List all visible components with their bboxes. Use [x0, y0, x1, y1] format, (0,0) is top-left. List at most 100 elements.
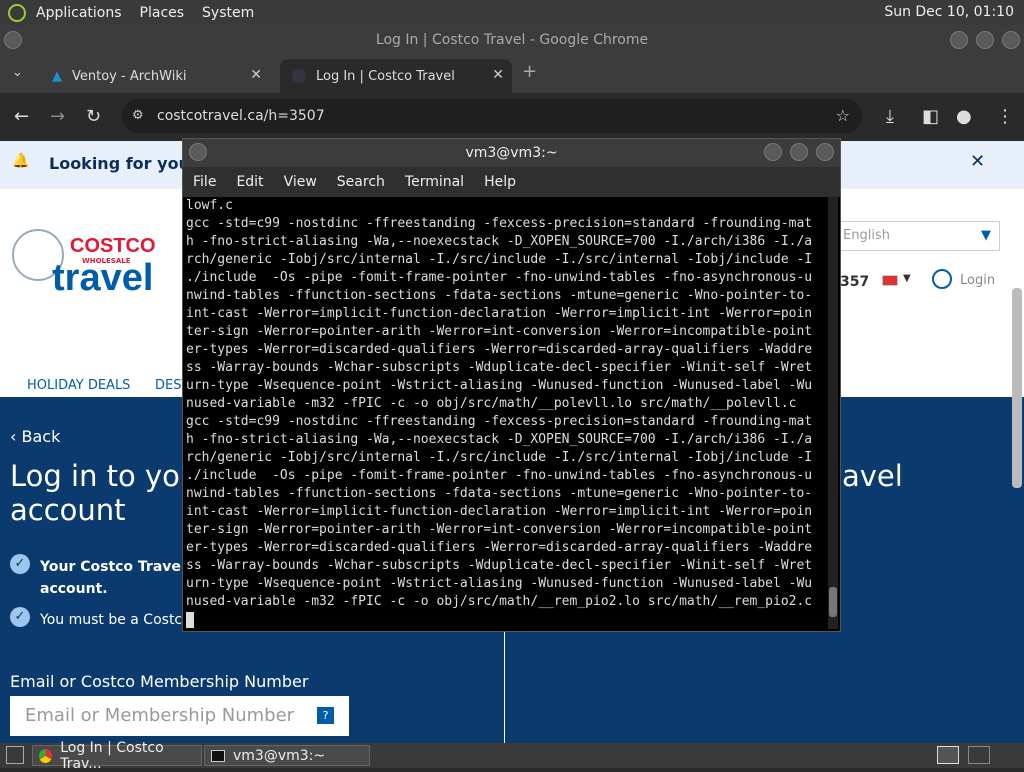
terminal-line: ./include -Os -pipe -fomit-frame-pointer… [186, 468, 813, 483]
terminal-line: nused-variable -m32 -fPIC -c -o obj/src/… [186, 594, 813, 609]
flag-caret-icon[interactable]: ▼ [903, 273, 911, 284]
task-label: vm3@vm3:~ [233, 747, 326, 764]
tab-strip: ⌄ ▲ Ventoy - ArchWiki ✕ Log In | Costco … [0, 55, 1024, 93]
top-panel: Applications Places System Sun Dec 10, 0… [0, 0, 1024, 25]
terminal-line: ter-sign -Werror=pointer-arith -Werror=i… [186, 324, 813, 339]
terminal-line: rch/generic -Iobj/src/internal -I./src/i… [186, 450, 813, 465]
logo-travel: travel [52, 257, 154, 299]
terminal-window-menu-button[interactable] [189, 143, 207, 161]
tab-ventoy[interactable]: ▲ Ventoy - ArchWiki ✕ [40, 59, 270, 93]
terminal-scrollbar[interactable] [828, 197, 838, 629]
bookmark-star-icon[interactable]: ☆ [836, 99, 850, 133]
terminal-line: gcc -std=c99 -nostdinc -ffreestanding -f… [186, 216, 813, 231]
site-info-icon[interactable]: ⚙ [132, 99, 144, 133]
email-placeholder: Email or Membership Number [25, 705, 295, 726]
check-circle-icon: ✓ [10, 554, 30, 574]
terminal-titlebar[interactable]: vm3@vm3:~ [183, 139, 840, 167]
bell-icon: 🔔 [12, 153, 30, 169]
minimize-button[interactable] [950, 31, 968, 49]
logo-costco: COSTCO [70, 235, 156, 257]
applications-menu[interactable]: Applications [36, 5, 122, 21]
terminal-line: urn-type -Wsequence-point -Wstrict-alias… [186, 576, 813, 591]
close-tab-icon[interactable]: ✕ [250, 67, 262, 83]
menu-terminal[interactable]: Terminal [405, 174, 464, 190]
system-menu[interactable]: System [202, 5, 254, 21]
login-heading-line2: account [10, 493, 126, 527]
forward-arrow-icon[interactable]: → [50, 106, 65, 127]
close-window-button[interactable] [1002, 31, 1020, 49]
terminal-line: lowf.c [186, 198, 233, 213]
reload-icon[interactable]: ↻ [86, 106, 101, 127]
email-input[interactable]: Email or Membership Number ? [10, 696, 349, 736]
phone-number-fragment[interactable]: 357 [840, 274, 869, 290]
address-bar[interactable]: ⚙ costcotravel.ca/h=3507 ☆ [122, 99, 862, 133]
maximize-button[interactable] [976, 31, 994, 49]
menu-search[interactable]: Search [337, 174, 385, 190]
tab-costco-login[interactable]: Log In | Costco Travel ✕ [280, 59, 512, 93]
terminal-title: vm3@vm3:~ [465, 145, 558, 161]
terminal-line: int-cast -Werror=implicit-function-decla… [186, 504, 813, 519]
tab-search-chevron-icon[interactable]: ⌄ [12, 65, 23, 80]
profile-avatar-icon[interactable]: ● [956, 106, 972, 127]
chrome-toolbar: ← → ↻ ⚙ costcotravel.ca/h=3507 ☆ ⤓ ◧ ● ⋮ [0, 93, 1024, 141]
menu-edit[interactable]: Edit [236, 174, 263, 190]
dropdown-caret-icon: ▼ [981, 228, 991, 243]
login-heading-line1: Log in to your [10, 459, 211, 493]
terminal-output[interactable]: lowf.c gcc -std=c99 -nostdinc -ffreestand… [186, 197, 826, 629]
login-link[interactable]: Login [960, 273, 995, 288]
terminal-icon [211, 749, 225, 762]
terminal-line: ./include -Os -pipe -fomit-frame-pointer… [186, 270, 813, 285]
costco-favicon-icon [292, 69, 306, 83]
nav-holiday-deals[interactable]: HOLIDAY DEALS [27, 378, 130, 393]
language-select[interactable]: English ▼ [830, 221, 1000, 251]
help-icon[interactable]: ? [317, 707, 334, 724]
language-value: English [843, 228, 890, 243]
close-banner-icon[interactable]: ✕ [970, 151, 985, 172]
menu-file[interactable]: File [193, 174, 216, 190]
panel-menus: Applications Places System [0, 3, 254, 22]
terminal-line: ss -Warray-bounds -Wchar-subscripts -Wdu… [186, 558, 813, 573]
check-circle-icon: ✓ [10, 607, 30, 627]
right-heading-fragment: avel [842, 459, 903, 493]
panel-clock[interactable]: Sun Dec 10, 01:10 [884, 4, 1014, 20]
kebab-menu-icon[interactable]: ⋮ [996, 106, 1014, 127]
places-menu[interactable]: Places [140, 5, 185, 21]
task-terminal[interactable]: vm3@vm3:~ [204, 745, 370, 766]
task-chrome[interactable]: Log In | Costco Trav... [32, 740, 202, 772]
distro-logo-icon[interactable] [8, 3, 26, 22]
chrome-window-title: Log In | Costco Travel - Google Chrome [375, 32, 649, 48]
menu-help[interactable]: Help [484, 174, 516, 190]
new-tab-plus-icon[interactable]: + [522, 61, 537, 82]
back-arrow-icon[interactable]: ← [14, 106, 29, 127]
terminal-line: urn-type -Wsequence-point -Wstrict-alias… [186, 378, 813, 393]
terminal-menubar: File Edit View Search Terminal Help [183, 167, 840, 197]
download-icon[interactable]: ⤓ [886, 106, 894, 127]
workspace-switcher-1[interactable] [937, 746, 959, 764]
window-menu-button[interactable] [4, 31, 22, 49]
menu-view[interactable]: View [284, 174, 317, 190]
back-link[interactable]: ‹ Back [10, 427, 60, 446]
terminal-line: nwind-tables -ffunction-sections -fdata-… [186, 288, 813, 303]
costco-travel-logo[interactable]: COSTCO WHOLESALE travel [12, 229, 172, 309]
user-account-icon[interactable] [932, 269, 952, 289]
terminal-prompt[interactable] [186, 611, 826, 629]
archwiki-favicon-icon: ▲ [52, 68, 62, 84]
terminal-scroll-thumb[interactable] [829, 587, 837, 617]
terminal-maximize-button[interactable] [790, 143, 808, 161]
terminal-minimize-button[interactable] [764, 143, 782, 161]
tab-label: Log In | Costco Travel [316, 68, 455, 84]
terminal-window: vm3@vm3:~ File Edit View Search Terminal… [182, 138, 841, 632]
info-line1b: account. [40, 581, 108, 597]
chrome-icon [39, 748, 53, 763]
side-panel-icon[interactable]: ◧ [922, 106, 939, 127]
terminal-close-button[interactable] [816, 143, 834, 161]
task-label: Log In | Costco Trav... [60, 739, 164, 772]
bottom-taskbar: Log In | Costco Trav... vm3@vm3:~ [0, 740, 1024, 772]
page-scrollbar[interactable] [1012, 288, 1022, 488]
chrome-titlebar[interactable]: Log In | Costco Travel - Google Chrome [0, 25, 1024, 55]
show-desktop-icon[interactable] [6, 746, 24, 764]
canada-flag-icon[interactable] [882, 275, 898, 286]
workspace-switcher-2[interactable] [968, 746, 990, 764]
close-tab-icon[interactable]: ✕ [492, 67, 504, 83]
tab-label: Ventoy - ArchWiki [72, 68, 187, 84]
